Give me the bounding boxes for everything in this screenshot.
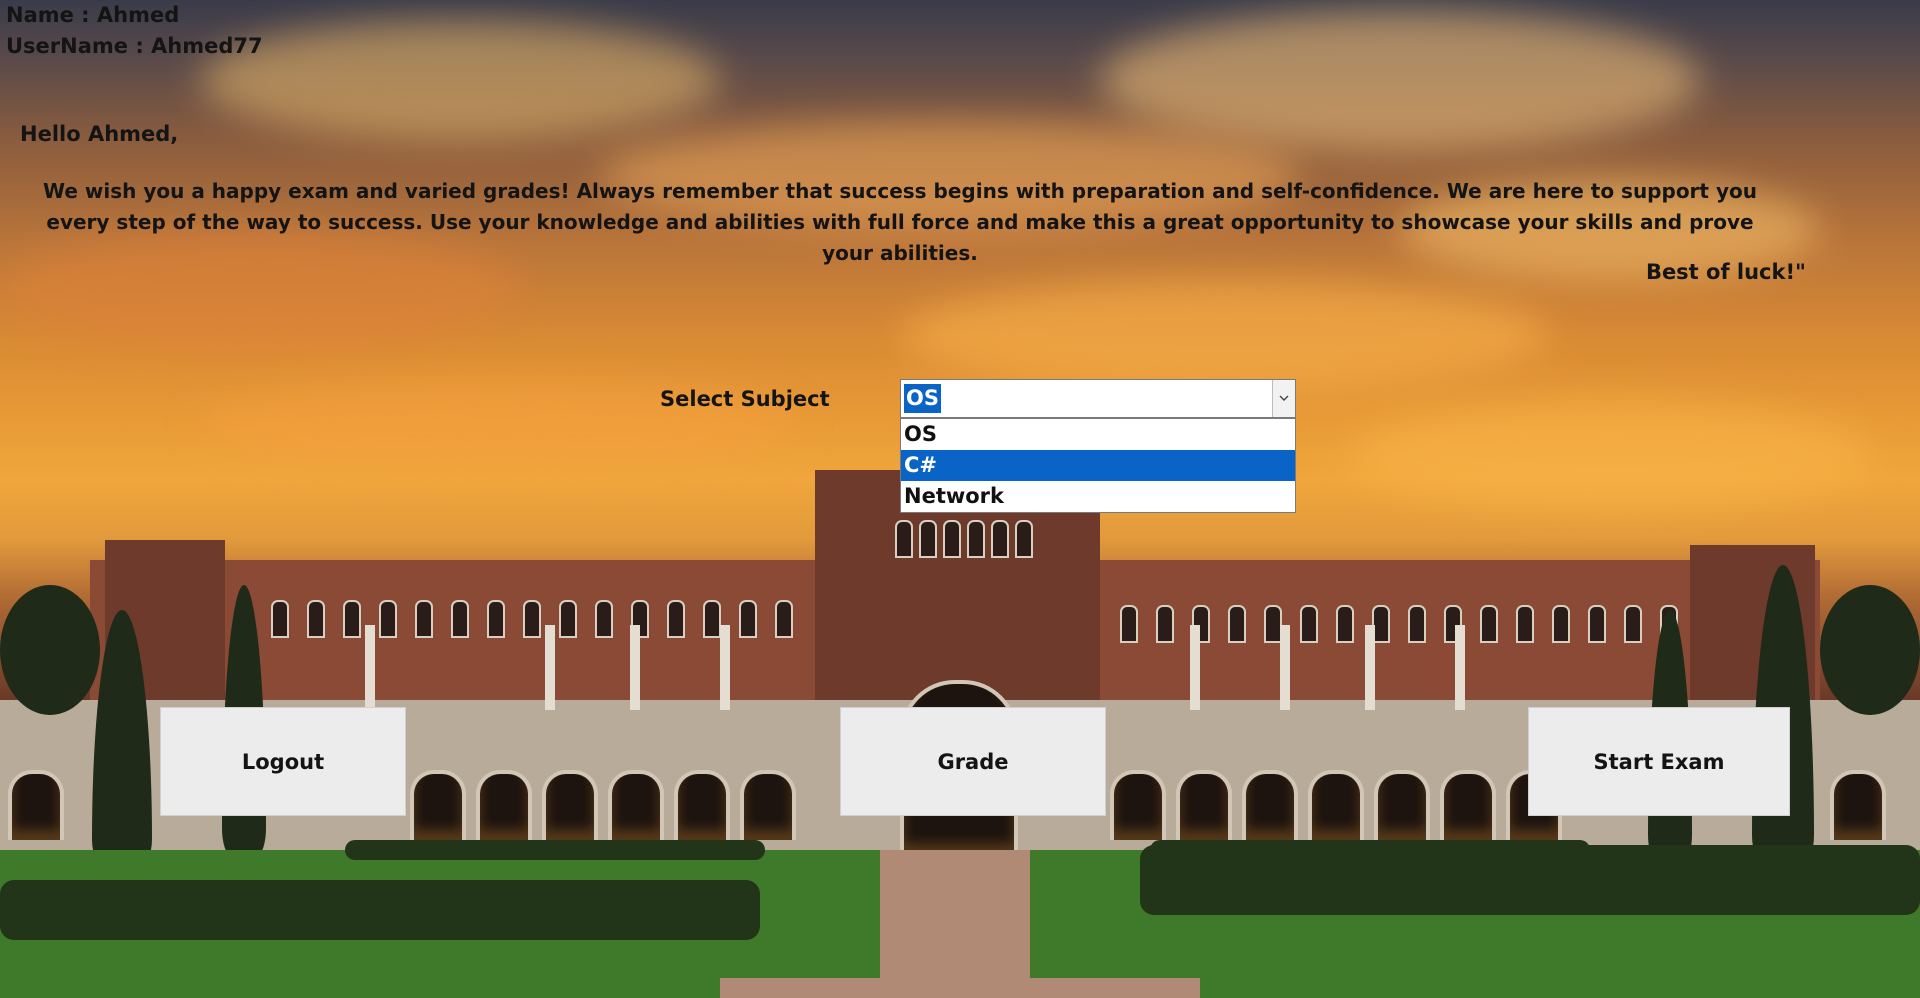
- cloud: [200, 20, 720, 140]
- logout-button[interactable]: Logout: [160, 707, 406, 816]
- hedge-left: [0, 880, 760, 940]
- hedge-back-right: [1150, 840, 1590, 860]
- column: [545, 625, 555, 710]
- subject-option-csharp[interactable]: C#: [901, 450, 1295, 481]
- tower-window-row: [895, 520, 1033, 558]
- chevron-down-icon[interactable]: [1272, 380, 1295, 417]
- column: [1365, 625, 1375, 710]
- cloud: [1100, 10, 1700, 150]
- column: [365, 625, 375, 710]
- subject-option-network[interactable]: Network: [901, 481, 1295, 512]
- main-window: Name : Ahmed UserName : Ahmed77 Hello Ah…: [0, 0, 1920, 998]
- select-subject-label: Select Subject: [660, 387, 830, 411]
- user-info: Name : Ahmed UserName : Ahmed77: [6, 0, 263, 62]
- subject-selected-value: OS: [904, 384, 941, 413]
- grade-button[interactable]: Grade: [840, 707, 1106, 816]
- arcade-right: [1110, 770, 1562, 840]
- column: [1455, 625, 1465, 710]
- arcade-far-left: [8, 770, 64, 840]
- tree-cluster: [1820, 585, 1920, 715]
- column: [720, 625, 730, 710]
- start-exam-button[interactable]: Start Exam: [1528, 707, 1790, 816]
- subject-dropdown-list: OS C# Network: [900, 418, 1296, 513]
- column: [630, 625, 640, 710]
- username-label: UserName : Ahmed77: [6, 34, 263, 58]
- window-row: [235, 600, 793, 638]
- closing-text: Best of luck!": [1645, 260, 1806, 284]
- user-name-label: Name : Ahmed: [6, 3, 180, 27]
- cloud: [1350, 400, 1870, 510]
- column: [1280, 625, 1290, 710]
- walkway-base: [720, 978, 1200, 998]
- column: [1190, 625, 1200, 710]
- arcade-left: [410, 770, 796, 840]
- subject-combobox[interactable]: OS: [900, 379, 1296, 418]
- arcade-far-right: [1830, 770, 1886, 840]
- motivation-message: We wish you a happy exam and varied grad…: [43, 179, 1757, 265]
- walkway: [880, 850, 1030, 998]
- tree-cluster: [0, 585, 100, 715]
- greeting-text: Hello Ahmed,: [20, 122, 179, 146]
- window-row: [1120, 605, 1678, 643]
- cloud: [900, 280, 1550, 390]
- subject-option-os[interactable]: OS: [901, 419, 1295, 450]
- hedge-back-left: [345, 840, 765, 860]
